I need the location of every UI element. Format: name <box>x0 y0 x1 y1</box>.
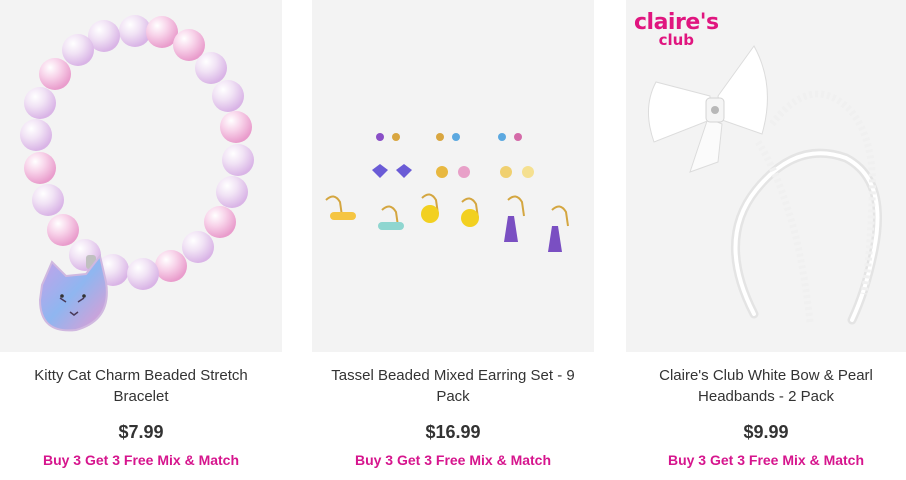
product-price: $9.99 <box>743 422 789 442</box>
promo-link[interactable]: Buy 3 Get 3 Free Mix & Match <box>0 452 282 468</box>
promo-link[interactable]: Buy 3 Get 3 Free Mix & Match <box>626 452 906 468</box>
claires-club-logo: claire's club <box>634 12 719 48</box>
product-card[interactable]: Kitty Cat Charm Beaded Stretch Bracelet … <box>0 0 282 480</box>
product-image-earrings[interactable] <box>312 0 594 352</box>
product-image-headbands[interactable]: claire's club <box>626 0 906 352</box>
product-card[interactable]: Tassel Beaded Mixed Earring Set - 9 Pack… <box>312 0 594 480</box>
club-logo-line2: club <box>658 31 695 49</box>
bracelet-illustration <box>20 15 254 332</box>
headbands-illustration <box>648 45 882 325</box>
product-name[interactable]: Claire's Club White Bow & Pearl Headband… <box>636 365 896 407</box>
product-name[interactable]: Tassel Beaded Mixed Earring Set - 9 Pack <box>322 365 584 407</box>
product-name[interactable]: Kitty Cat Charm Beaded Stretch Bracelet <box>10 365 272 407</box>
product-card[interactable]: claire's club Claire's Club White Bow & … <box>626 0 906 480</box>
product-price: $7.99 <box>118 422 164 442</box>
product-image-bracelet[interactable] <box>0 0 282 352</box>
earring-set-illustration <box>325 133 569 252</box>
product-price: $16.99 <box>425 422 481 442</box>
product-grid: Kitty Cat Charm Beaded Stretch Bracelet … <box>0 0 906 480</box>
promo-link[interactable]: Buy 3 Get 3 Free Mix & Match <box>312 452 594 468</box>
